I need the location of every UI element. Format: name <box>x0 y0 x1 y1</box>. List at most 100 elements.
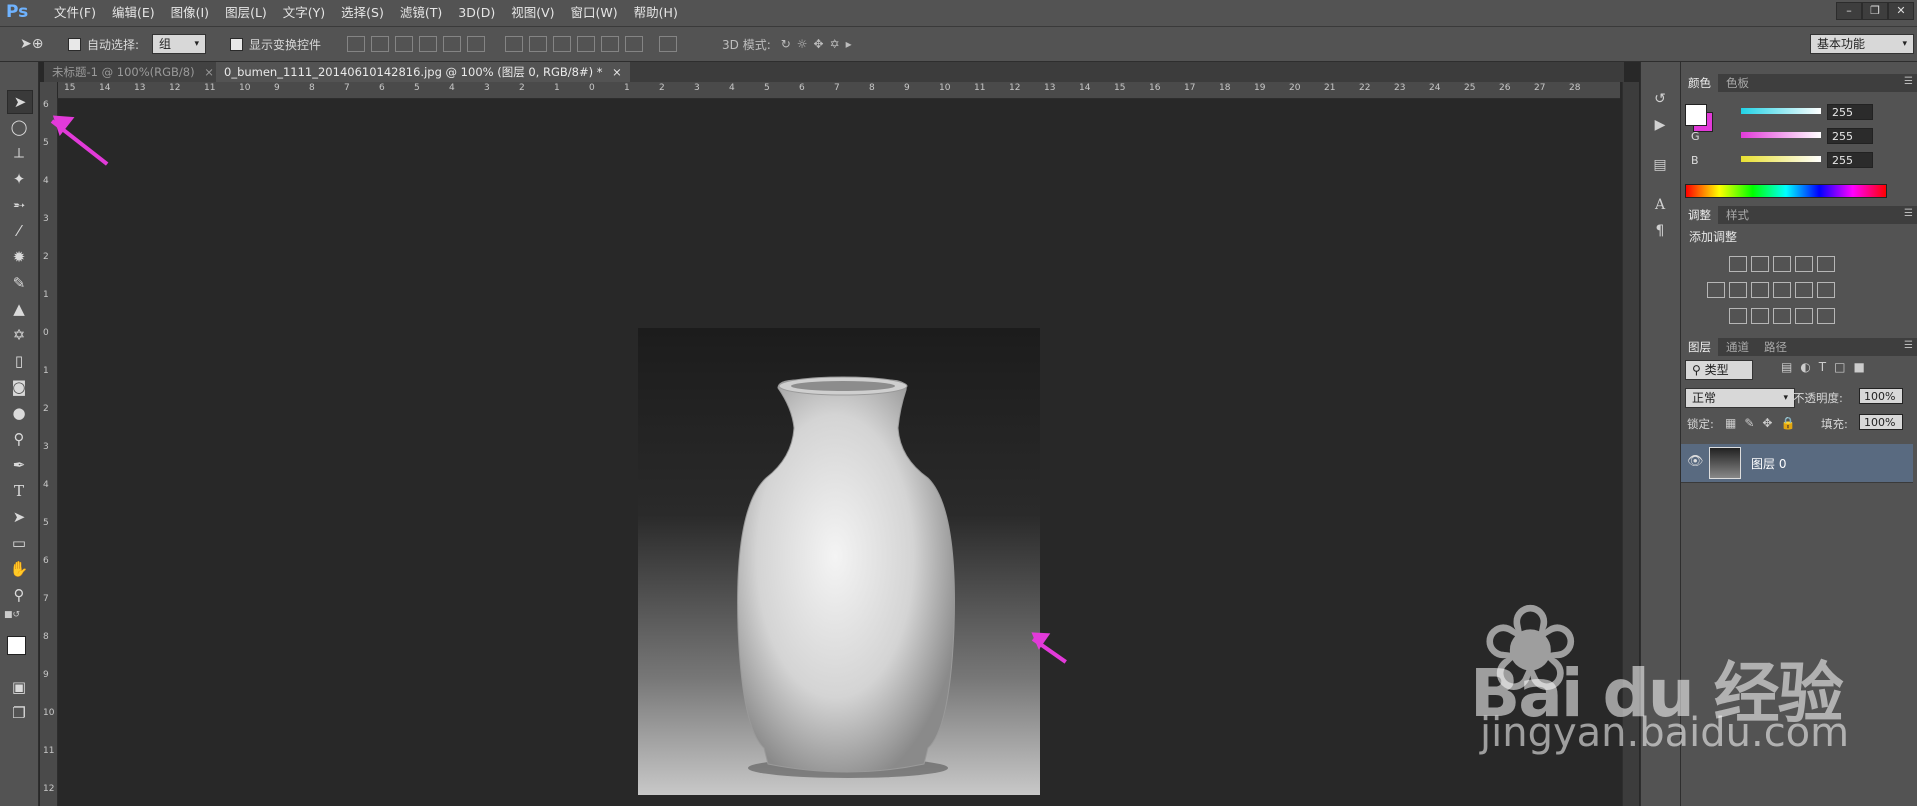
brightness-adjust-icon[interactable] <box>1729 256 1747 272</box>
brush-tool-icon[interactable]: ✎ <box>7 272 31 294</box>
auto-select-checkbox[interactable] <box>68 37 81 51</box>
panel-menu-icon[interactable]: ☰ <box>1904 208 1913 219</box>
magic-wand-tool-icon[interactable]: ✦ <box>7 168 31 190</box>
marquee-tool-icon[interactable]: ◯ <box>7 116 31 138</box>
auto-align-icon[interactable] <box>659 36 677 52</box>
type-tool-icon[interactable]: T <box>7 480 31 502</box>
tab-adjustments[interactable]: 调整 <box>1681 206 1718 224</box>
auto-select-dropdown[interactable]: 组 ▾ <box>152 34 206 54</box>
layer-filter-icons[interactable]: ▤◐T□■ <box>1781 360 1873 374</box>
channel-mixer-adjust-icon[interactable] <box>1795 282 1813 298</box>
align-left-icon[interactable] <box>419 36 437 52</box>
zoom-tool-icon[interactable]: ⚲ <box>7 584 31 606</box>
close-icon[interactable]: ✕ <box>1888 2 1914 20</box>
menu-edit[interactable]: 编辑(E) <box>104 0 163 26</box>
black-white-adjust-icon[interactable] <box>1751 282 1769 298</box>
distribute-hcenter-icon[interactable] <box>601 36 619 52</box>
color-foreground-swatch[interactable] <box>1685 104 1707 126</box>
paint-bucket-tool-icon[interactable]: ◙ <box>7 376 31 398</box>
tab-styles[interactable]: 样式 <box>1719 206 1756 224</box>
layer-row[interactable]: 👁 图层 0 <box>1681 444 1913 483</box>
lasso-tool-icon[interactable]: ⟂ <box>7 142 31 164</box>
minimize-icon[interactable]: – <box>1836 2 1862 20</box>
g-value-field[interactable]: 255 <box>1827 128 1873 144</box>
align-right-icon[interactable] <box>467 36 485 52</box>
hand-tool-icon[interactable]: ✋ <box>7 558 31 580</box>
restore-icon[interactable]: ❐ <box>1862 2 1888 20</box>
align-top-icon[interactable] <box>347 36 365 52</box>
tab-channels[interactable]: 通道 <box>1719 338 1756 356</box>
curves-adjust-icon[interactable] <box>1773 256 1791 272</box>
foreground-color-swatch[interactable] <box>7 636 26 655</box>
distribute-top-icon[interactable] <box>505 36 523 52</box>
panel-menu-icon[interactable]: ☰ <box>1904 76 1913 87</box>
b-slider[interactable] <box>1741 156 1821 162</box>
tab-active-document[interactable]: 0_bumen_1111_20140610142816.jpg @ 100% (… <box>216 62 630 82</box>
healing-brush-tool-icon[interactable]: ✹ <box>7 246 31 268</box>
exposure-adjust-icon[interactable] <box>1795 256 1813 272</box>
dodge-tool-icon[interactable]: ⚲ <box>7 428 31 450</box>
panel-menu-icon[interactable]: ☰ <box>1904 340 1913 351</box>
tab-layers[interactable]: 图层 <box>1681 338 1718 356</box>
layer-filter-dropdown[interactable]: ⚲ 类型 <box>1685 360 1753 380</box>
color-balance-adjust-icon[interactable] <box>1729 282 1747 298</box>
eyedropper-tool-icon[interactable]: ⁄ <box>7 220 31 242</box>
default-colors-icon[interactable]: ■↺ <box>4 610 20 620</box>
color-spectrum-bar[interactable] <box>1685 184 1887 198</box>
selective-color-adjust-icon[interactable] <box>1795 308 1813 324</box>
quick-mask-icon[interactable]: ▣ <box>7 676 31 698</box>
distribute-left-icon[interactable] <box>577 36 595 52</box>
crop-tool-icon[interactable]: ➵ <box>7 194 31 216</box>
menu-window[interactable]: 窗口(W) <box>563 0 626 26</box>
color-lookup-adjust-icon[interactable] <box>1817 282 1835 298</box>
screen-mode-icon[interactable]: ❐ <box>7 702 31 724</box>
menu-3d[interactable]: 3D(D) <box>450 0 503 26</box>
history-brush-tool-icon[interactable]: ✡ <box>7 324 31 346</box>
lock-icons[interactable]: ▦✎✥🔒 <box>1725 416 1803 430</box>
3d-mode-icons[interactable]: ↻☼✥✡▸ <box>781 37 858 51</box>
g-slider[interactable] <box>1741 132 1821 138</box>
menu-file[interactable]: 文件(F) <box>46 0 104 26</box>
r-slider[interactable] <box>1741 108 1821 114</box>
hue-sat-adjust-icon[interactable] <box>1707 282 1725 298</box>
blur-tool-icon[interactable]: ● <box>7 402 31 424</box>
move-tool-icon[interactable]: ➤⊕ <box>20 27 43 61</box>
properties-icon[interactable]: ▤ <box>1651 156 1669 174</box>
tab-close-icon[interactable]: × <box>204 65 214 79</box>
align-vcenter-icon[interactable] <box>371 36 389 52</box>
show-transform-checkbox[interactable] <box>230 37 243 51</box>
b-value-field[interactable]: 255 <box>1827 152 1873 168</box>
threshold-adjust-icon[interactable] <box>1773 308 1791 324</box>
distribute-bottom-icon[interactable] <box>553 36 571 52</box>
menu-select[interactable]: 选择(S) <box>333 0 392 26</box>
align-bottom-icon[interactable] <box>395 36 413 52</box>
workspace-dropdown[interactable]: 基本功能 ▾ <box>1810 34 1914 54</box>
tab-color[interactable]: 颜色 <box>1681 74 1718 92</box>
fill-field[interactable]: 100% <box>1859 414 1903 430</box>
menu-view[interactable]: 视图(V) <box>503 0 562 26</box>
eraser-tool-icon[interactable]: ▯ <box>7 350 31 372</box>
character-icon[interactable]: A <box>1651 196 1669 214</box>
vibrance-adjust-icon[interactable] <box>1817 256 1835 272</box>
levels-adjust-icon[interactable] <box>1751 256 1769 272</box>
actions-play-icon[interactable]: ▶ <box>1651 116 1669 134</box>
menu-layer[interactable]: 图层(L) <box>217 0 275 26</box>
align-hcenter-icon[interactable] <box>443 36 461 52</box>
r-value-field[interactable]: 255 <box>1827 104 1873 120</box>
tab-swatches[interactable]: 色板 <box>1719 74 1756 92</box>
invert-adjust-icon[interactable] <box>1729 308 1747 324</box>
menu-filter[interactable]: 滤镜(T) <box>392 0 450 26</box>
posterize-adjust-icon[interactable] <box>1751 308 1769 324</box>
gradient-map-adjust-icon[interactable] <box>1817 308 1835 324</box>
photo-filter-adjust-icon[interactable] <box>1773 282 1791 298</box>
rectangle-tool-icon[interactable]: ▭ <box>7 532 31 554</box>
paragraph-icon[interactable]: ¶ <box>1651 222 1669 240</box>
clone-stamp-tool-icon[interactable]: ▲ <box>7 298 31 320</box>
distribute-right-icon[interactable] <box>625 36 643 52</box>
pen-tool-icon[interactable]: ✒ <box>7 454 31 476</box>
path-selection-tool-icon[interactable]: ➤ <box>7 506 31 528</box>
blend-mode-dropdown[interactable]: 正常 ▾ <box>1685 388 1795 408</box>
menu-help[interactable]: 帮助(H) <box>626 0 686 26</box>
move-tool-icon[interactable]: ➤ <box>7 90 33 114</box>
tab-untitled[interactable]: 未标题-1 @ 100%(RGB/8) × <box>44 62 222 82</box>
